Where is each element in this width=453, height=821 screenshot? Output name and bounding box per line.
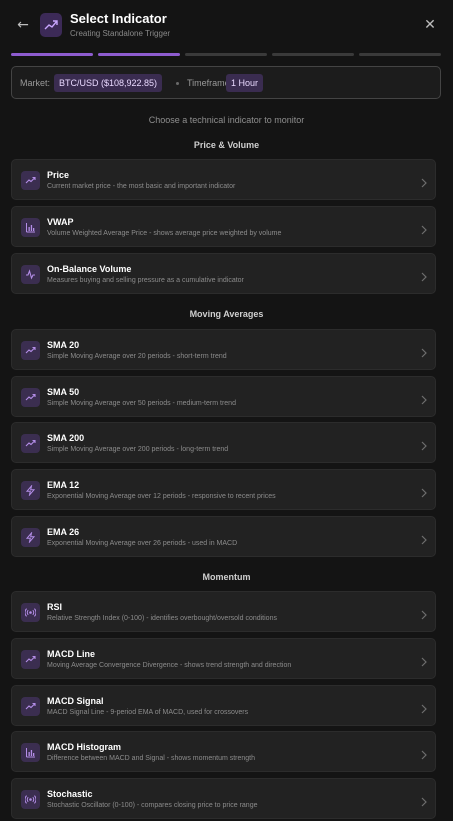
zap-icon <box>21 528 40 547</box>
market-value-chip: BTC/USD ($108,922.85) <box>54 74 163 92</box>
indicator-card-macd-line[interactable]: MACD Line Moving Average Convergence Dive… <box>11 638 436 679</box>
instruction-text: Choose a technical indicator to monitor <box>148 115 305 125</box>
progress-step <box>185 53 267 56</box>
indicator-description: Relative Strength Index (0-100) - identi… <box>47 615 277 622</box>
trending-up-icon <box>21 171 40 190</box>
indicator-description: Exponential Moving Average over 12 perio… <box>47 493 276 500</box>
timeframe-value-chip: 1 Hour <box>226 74 264 92</box>
activity-icon <box>21 265 40 284</box>
separator-dot <box>176 82 179 85</box>
trending-up-icon <box>21 341 40 360</box>
indicator-name: SMA 200 <box>47 433 85 443</box>
indicator-description: Stochastic Oscillator (0-100) - compares… <box>47 802 258 809</box>
page-title: Select Indicator <box>70 11 167 26</box>
indicator-card-ema-12[interactable]: EMA 12 Exponential Moving Average over 12… <box>11 469 436 510</box>
bar-chart-icon <box>21 743 40 762</box>
chevron-right-icon <box>420 485 428 498</box>
indicator-name: MACD Histogram <box>47 742 122 752</box>
chevron-right-icon <box>420 701 428 714</box>
indicator-description: Measures buying and selling pressure as … <box>47 277 244 284</box>
chevron-right-icon <box>420 532 428 545</box>
page-subtitle: Creating Standalone Trigger <box>70 29 171 38</box>
arrow-left-icon[interactable]: ← <box>14 16 32 34</box>
trending-up-icon <box>21 434 40 453</box>
indicator-name: RSI <box>47 602 63 612</box>
chevron-right-icon <box>420 222 428 235</box>
indicator-card-rsi[interactable]: RSI Relative Strength Index (0-100) - ide… <box>11 591 436 632</box>
chevron-right-icon <box>420 269 428 282</box>
indicator-description: Simple Moving Average over 50 periods - … <box>47 400 236 407</box>
progress-steps <box>11 53 441 57</box>
progress-step <box>359 53 441 56</box>
chevron-right-icon <box>420 794 428 807</box>
indicator-name: Stochastic <box>47 789 93 799</box>
chevron-right-icon <box>420 175 428 188</box>
indicator-card-ema-26[interactable]: EMA 26 Exponential Moving Average over 26… <box>11 516 436 557</box>
context-bar: Market: BTC/USD ($108,922.85) Timeframe:… <box>11 66 441 99</box>
chevron-right-icon <box>420 392 428 405</box>
chevron-right-icon <box>420 438 428 451</box>
section-title-moving-averages: Moving Averages <box>189 309 264 319</box>
indicator-name: EMA 26 <box>47 527 80 537</box>
bar-chart-icon <box>21 218 40 237</box>
trending-up-icon <box>40 13 62 37</box>
zap-icon <box>21 481 40 500</box>
indicator-description: Moving Average Convergence Divergence - … <box>47 662 292 669</box>
progress-step <box>98 53 180 56</box>
chevron-right-icon <box>420 607 428 620</box>
indicator-description: MACD Signal Line - 9-period EMA of MACD,… <box>47 709 249 716</box>
section-title-momentum: Momentum <box>202 572 251 582</box>
indicator-description: Simple Moving Average over 200 periods -… <box>47 446 229 453</box>
progress-step <box>11 53 93 56</box>
indicator-card-vwap[interactable]: VWAP Volume Weighted Average Price - show… <box>11 206 436 247</box>
indicator-description: Volume Weighted Average Price - shows av… <box>47 230 282 237</box>
indicator-description: Simple Moving Average over 20 periods - … <box>47 353 227 360</box>
indicator-name: On-Balance Volume <box>47 264 132 274</box>
indicator-name: SMA 50 <box>47 387 80 397</box>
trending-up-icon <box>21 388 40 407</box>
indicator-name: SMA 20 <box>47 340 80 350</box>
chevron-right-icon <box>420 654 428 667</box>
indicator-card-macd-signal[interactable]: MACD Signal MACD Signal Line - 9-period E… <box>11 685 436 726</box>
indicator-card-sma-20[interactable]: SMA 20 Simple Moving Average over 20 peri… <box>11 329 436 370</box>
indicator-description: Current market price - the most basic an… <box>47 183 236 190</box>
indicator-description: Exponential Moving Average over 26 perio… <box>47 540 238 547</box>
indicator-name: Price <box>47 170 70 180</box>
indicator-name: VWAP <box>47 217 74 227</box>
trending-up-icon <box>21 697 40 716</box>
radio-icon <box>21 790 40 809</box>
indicator-card-price[interactable]: Price Current market price - the most bas… <box>11 159 436 200</box>
trending-up-icon <box>21 650 40 669</box>
indicator-description: Difference between MACD and Signal - sho… <box>47 755 256 762</box>
section-title-price-volume: Price & Volume <box>193 140 260 150</box>
indicator-card-stochastic[interactable]: Stochastic Stochastic Oscillator (0-100) … <box>11 778 436 819</box>
indicator-name: MACD Signal <box>47 696 104 706</box>
header: ← Select Indicator Creating Standalone T… <box>0 0 453 52</box>
market-label: Market: <box>20 78 51 88</box>
radio-icon <box>21 603 40 622</box>
chevron-right-icon <box>420 747 428 760</box>
indicator-card-sma-50[interactable]: SMA 50 Simple Moving Average over 50 peri… <box>11 376 436 417</box>
progress-step <box>272 53 354 56</box>
indicator-card-sma-200[interactable]: SMA 200 Simple Moving Average over 200 pe… <box>11 422 436 463</box>
chevron-right-icon <box>420 345 428 358</box>
close-icon[interactable]: ✕ <box>421 16 439 34</box>
indicator-name: MACD Line <box>47 649 95 659</box>
indicator-card-on-balance-volume[interactable]: On-Balance Volume Measures buying and sel… <box>11 253 436 294</box>
indicator-card-macd-histogram[interactable]: MACD Histogram Difference between MACD an… <box>11 731 436 772</box>
indicator-name: EMA 12 <box>47 480 80 490</box>
